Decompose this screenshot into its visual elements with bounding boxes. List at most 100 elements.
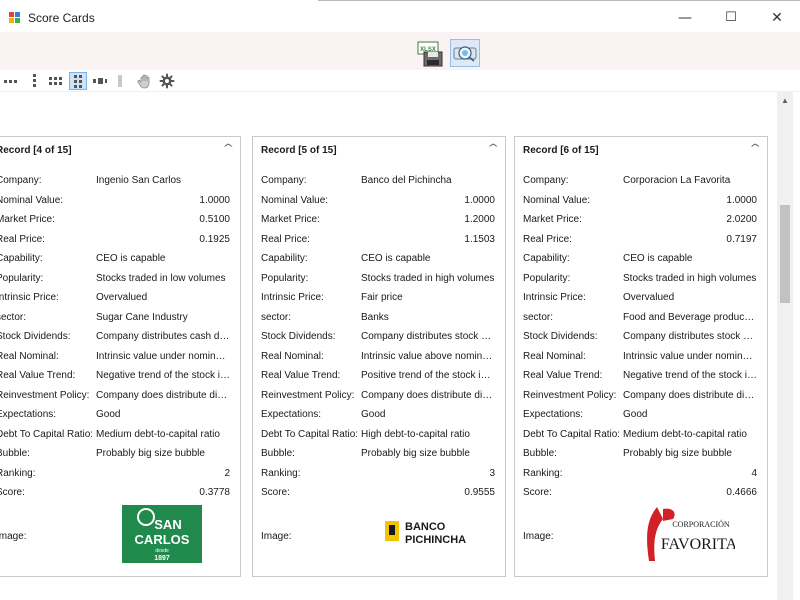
field-value: Negative trend of the stock intrinsic va… <box>623 370 757 381</box>
field-value: Company distributes stock dividends <box>623 331 757 342</box>
field-row: Real Price: 0.1925 <box>0 234 230 248</box>
field-row: Reinvestment Policy: Company does distrib… <box>261 390 495 404</box>
layout-single-button[interactable] <box>111 72 129 90</box>
field-row: Intrinsic Price: Fair price <box>261 292 495 306</box>
field-label: Nominal Value: <box>523 194 591 206</box>
layout-carousel-icon <box>93 78 107 84</box>
field-value: Stocks traded in high volumes <box>361 272 495 284</box>
scroll-thumb[interactable] <box>780 205 790 303</box>
settings-gear-button[interactable] <box>158 72 176 90</box>
field-label: Real Nominal: <box>261 350 324 362</box>
field-label: Capability: <box>0 253 43 264</box>
field-row: Ranking: 3 <box>261 468 495 482</box>
excel-save-icon: XLSX <box>417 41 443 67</box>
record-card: Record [5 of 15] ^ Company: Banco del Pichi… <box>252 136 506 577</box>
field-row: Real Nominal: Intrinsic value under nomin… <box>523 351 757 365</box>
field-label: Market Price: <box>261 214 320 225</box>
layout-vertical-icon <box>33 74 36 87</box>
field-value: Company does distribute dividends <box>96 389 230 401</box>
pan-hand-button[interactable] <box>136 72 154 90</box>
svg-text:SAN: SAN <box>154 517 181 532</box>
scroll-up-arrow[interactable]: ▲ <box>777 92 793 108</box>
field-label: Expectations: <box>0 409 57 420</box>
field-row: Company: Banco del Pichincha <box>261 175 495 189</box>
field-row: Real Nominal: Intrinsic value above nomin… <box>261 351 495 365</box>
field-row: Capability: CEO is capable <box>523 253 757 267</box>
layout-carousel-button[interactable] <box>91 72 109 90</box>
field-value: 0.7197 <box>726 233 757 245</box>
cards-panel: Record [4 of 15] ^ Company: Ingenio San Car… <box>0 92 777 600</box>
field-row: Expectations: Good <box>523 409 757 423</box>
field-label: Company: <box>0 175 42 186</box>
field-value: Intrinsic value above nominal value <box>361 350 495 362</box>
vertical-scrollbar[interactable]: ▲ <box>777 92 793 600</box>
field-value: Company does distribute dividends <box>361 389 495 401</box>
field-row: sector: Food and Beverage producers <box>523 312 757 326</box>
layout-horizontal-icon <box>4 80 17 83</box>
svg-text:CORPORACIÓN: CORPORACIÓN <box>672 519 730 529</box>
field-value: Stocks traded in high volumes <box>623 272 757 284</box>
field-label: Company: <box>261 175 307 186</box>
collapse-chevron-icon[interactable]: ^ <box>222 143 234 154</box>
field-row: Company: Corporacion La Favorita <box>523 175 757 189</box>
app-window-icon <box>9 12 21 24</box>
field-row: Real Price: 1.1503 <box>261 234 495 248</box>
layout-horizontal-button[interactable] <box>2 72 20 90</box>
field-label: sector: <box>261 311 292 323</box>
collapse-chevron-icon[interactable]: ^ <box>487 143 499 154</box>
record-card: Record [6 of 15] ^ Company: Corporacion La … <box>514 136 768 577</box>
field-label: Intrinsic Price: <box>523 292 586 303</box>
field-row: Real Value Trend: Positive trend of the s… <box>261 370 495 384</box>
field-label: Real Nominal: <box>523 350 586 362</box>
field-row: Capability: CEO is capable <box>261 253 495 267</box>
field-label: Bubble: <box>0 448 30 459</box>
field-value: Banco del Pichincha <box>361 175 452 186</box>
close-button[interactable]: ✕ <box>754 3 800 32</box>
record-header: Record [4 of 15] <box>0 145 72 156</box>
export-excel-button[interactable]: XLSX <box>415 39 445 67</box>
company-logo: CORPORACIÓN FAVORITA <box>643 505 738 566</box>
field-row: Bubble: Probably big size bubble <box>261 448 495 462</box>
field-value: 1.1503 <box>464 233 495 245</box>
collapse-chevron-icon[interactable]: ^ <box>749 143 761 154</box>
field-value: Company distributes cash dividends <box>96 331 230 342</box>
field-label: Real Nominal: <box>0 350 59 362</box>
field-value: Intrinsic value under nominal value <box>96 350 230 362</box>
field-label: Ranking: <box>261 467 301 479</box>
field-label: Ranking: <box>0 467 36 479</box>
field-row: Popularity: Stocks traded in high volumes <box>261 273 495 287</box>
field-label: Stock Dividends: <box>0 331 71 342</box>
field-value: Negative trend of the stock intrinsic va… <box>96 370 230 381</box>
field-value: Company does distribute dividends <box>623 389 757 401</box>
layout-columns-button[interactable] <box>69 72 87 90</box>
maximize-button[interactable]: ☐ <box>708 3 754 32</box>
field-row: Stock Dividends: Company distributes stoc… <box>523 331 757 345</box>
field-value: Overvalued <box>623 292 675 303</box>
field-label: Score: <box>261 487 290 498</box>
field-label: Debt To Capital Ratio: <box>0 428 92 440</box>
minimize-button[interactable]: — <box>662 3 708 32</box>
preview-button[interactable] <box>450 39 480 67</box>
field-row: Expectations: Good <box>0 409 230 423</box>
field-value: 0.3778 <box>199 487 230 498</box>
field-label: Company: <box>523 175 569 186</box>
field-value: Good <box>361 409 386 420</box>
record-header: Record [6 of 15] <box>523 145 599 156</box>
field-row: Real Price: 0.7197 <box>523 234 757 248</box>
field-value: Banks <box>361 311 389 323</box>
field-value: Stocks traded in low volumes <box>96 272 226 284</box>
field-label: Reinvestment Policy: <box>523 389 617 401</box>
field-value: 2 <box>224 467 230 479</box>
field-label: Intrinsic Price: <box>0 292 59 303</box>
field-row: Nominal Value: 1.0000 <box>523 195 757 209</box>
field-value: 3 <box>489 467 495 479</box>
field-label: Reinvestment Policy: <box>261 389 355 401</box>
layout-vertical-button[interactable] <box>25 72 43 90</box>
field-label: Expectations: <box>523 409 584 420</box>
layout-grid-button[interactable] <box>47 72 65 90</box>
field-row: Real Value Trend: Negative trend of the s… <box>523 370 757 384</box>
svg-text:FAVORITA: FAVORITA <box>661 536 735 553</box>
field-row: Real Nominal: Intrinsic value under nomin… <box>0 351 230 365</box>
field-value: CEO is capable <box>361 253 431 264</box>
ribbon-toolbar: XLSX <box>0 32 800 70</box>
